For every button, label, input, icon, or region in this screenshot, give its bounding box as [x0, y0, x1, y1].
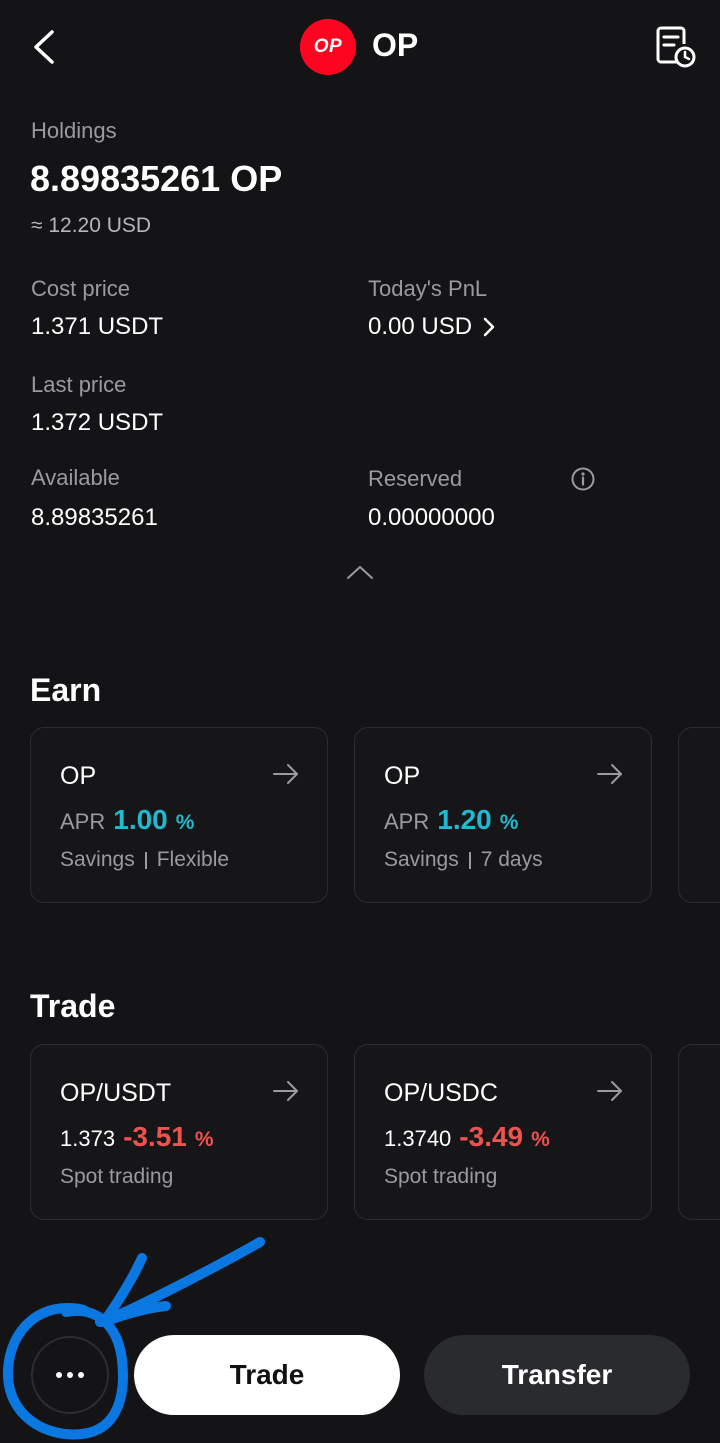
earn-card[interactable]: OP APR 1.20 % Savings 7 days — [354, 727, 652, 903]
earn-product: Savings — [384, 848, 459, 871]
chevron-up-icon — [347, 566, 373, 579]
back-button[interactable] — [26, 26, 66, 68]
trade-price: 1.373 — [60, 1126, 116, 1151]
more-dots-icon — [78, 1372, 84, 1378]
todays-pnl-label: Today's PnL — [368, 276, 488, 301]
arrow-right-icon — [597, 764, 622, 784]
price-change-unit: % — [531, 1128, 550, 1151]
trade-pair: OP/USDC — [384, 1079, 498, 1107]
trade-pair: OP/USDT — [60, 1079, 172, 1107]
divider — [144, 851, 147, 869]
apr-value: 1.20 — [437, 804, 492, 835]
trade-card-partial[interactable] — [678, 1044, 720, 1220]
annotation-arrow-shaft — [95, 1237, 265, 1327]
last-price-label: Last price — [31, 372, 127, 397]
holdings-usd-value: ≈ 12.20 USD — [31, 214, 152, 237]
holdings-label: Holdings — [31, 118, 117, 143]
todays-pnl-link[interactable]: 0.00 USD — [368, 313, 496, 341]
price-change-unit: % — [194, 1128, 214, 1151]
apr-label: APR — [60, 809, 106, 834]
more-dots-icon — [56, 1372, 62, 1378]
trade-button[interactable]: Trade — [134, 1335, 400, 1415]
history-icon — [656, 26, 696, 68]
divider — [468, 851, 471, 869]
earn-card[interactable]: OP APR 1.00 % Savings Flexible — [30, 727, 328, 903]
reserved-info-button[interactable] — [570, 466, 596, 492]
earn-term: 7 days — [480, 848, 543, 871]
apr-value: 1.00 — [113, 804, 168, 835]
price-change: -3.49 — [459, 1121, 524, 1152]
earn-card-partial[interactable] — [678, 727, 720, 903]
trade-type: Spot trading — [60, 1165, 174, 1188]
more-options-button[interactable] — [31, 1336, 109, 1414]
info-icon — [571, 467, 595, 491]
earn-term: Flexible — [156, 848, 230, 871]
apr-label: APR — [384, 809, 430, 834]
available-value: 8.89835261 — [31, 504, 158, 531]
todays-pnl-value: 0.00 USD — [368, 313, 473, 340]
earn-card-asset: OP — [384, 762, 421, 790]
back-arrow-icon — [34, 30, 54, 64]
arrow-right-icon — [273, 764, 298, 784]
cost-price-label: Cost price — [31, 276, 131, 301]
apr-unit: % — [175, 811, 195, 834]
arrow-right-icon — [273, 1081, 298, 1101]
history-button[interactable] — [652, 24, 698, 70]
earn-section-title: Earn — [30, 672, 102, 708]
trade-card[interactable]: OP/USDT 1.373 -3.51 % Spot trading — [30, 1044, 328, 1220]
more-dots-icon — [67, 1372, 73, 1378]
apr-unit: % — [499, 811, 519, 834]
earn-product: Savings — [60, 848, 135, 871]
trade-section-title: Trade — [30, 988, 116, 1024]
trade-type: Spot trading — [384, 1165, 498, 1188]
annotation-arrow-head — [99, 1253, 171, 1327]
coin-logo: OP — [300, 19, 356, 75]
reserved-label: Reserved — [368, 466, 463, 491]
last-price-value: 1.372 USDT — [31, 409, 164, 436]
collapse-details-button[interactable] — [344, 560, 376, 584]
price-change: -3.51 — [123, 1121, 187, 1152]
holdings-amount: 8.89835261 OP — [30, 158, 283, 199]
page-title: OP — [372, 27, 419, 63]
available-label: Available — [31, 465, 120, 490]
earn-card-asset: OP — [60, 762, 97, 790]
chevron-right-icon — [483, 317, 495, 337]
trade-price: 1.3740 — [384, 1126, 452, 1151]
reserved-value: 0.00000000 — [368, 504, 495, 531]
trade-card[interactable]: OP/USDC 1.3740 -3.49 % Spot trading — [354, 1044, 652, 1220]
cost-price-value: 1.371 USDT — [31, 313, 164, 340]
transfer-button[interactable]: Transfer — [424, 1335, 690, 1415]
arrow-right-icon — [597, 1081, 622, 1101]
